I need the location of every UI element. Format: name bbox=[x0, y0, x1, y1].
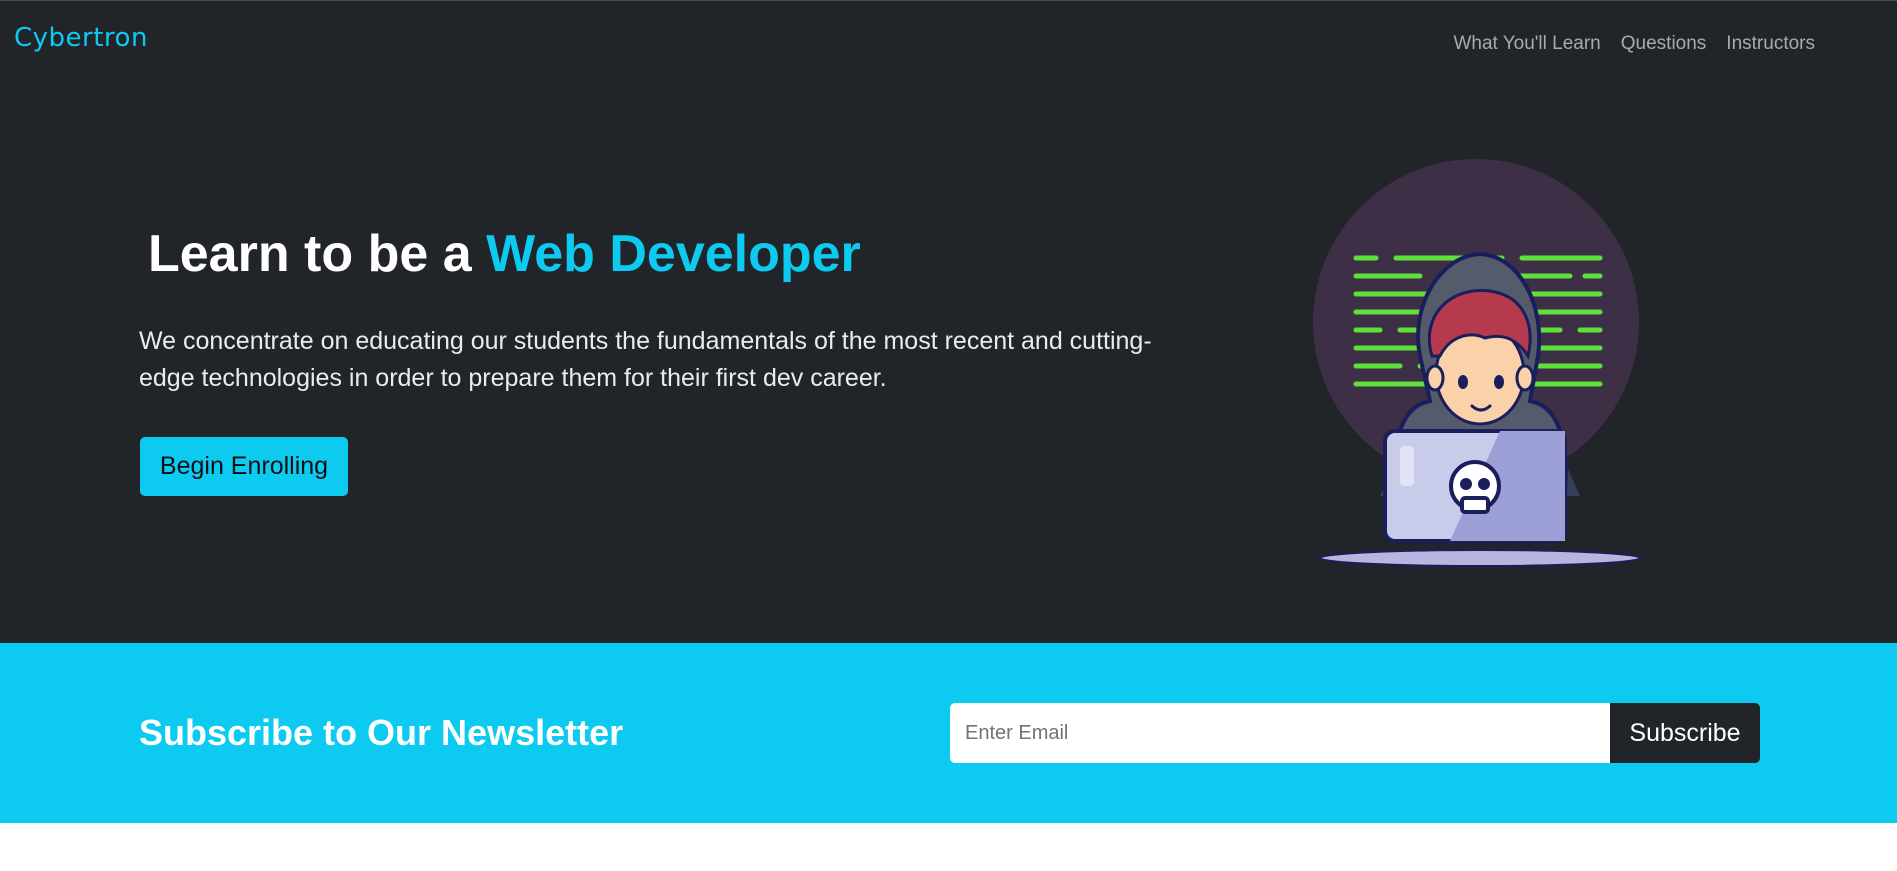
newsletter-section: Subscribe to Our Newsletter Subscribe bbox=[0, 643, 1897, 823]
subscribe-button[interactable]: Subscribe bbox=[1610, 703, 1760, 763]
navbar: Cybertron What You'll Learn Questions In… bbox=[0, 1, 1897, 86]
nav-link-what-youll-learn[interactable]: What You'll Learn bbox=[1453, 33, 1600, 55]
nav-links: What You'll Learn Questions Instructors bbox=[1453, 33, 1815, 55]
brand-logo[interactable]: Cybertron bbox=[14, 23, 148, 53]
newsletter-title: Subscribe to Our Newsletter bbox=[139, 712, 624, 753]
hero-title-prefix: Learn to be a bbox=[148, 225, 487, 283]
hero-title: Learn to be a Web Developer bbox=[148, 224, 861, 284]
hero-description: We concentrate on educating our students… bbox=[139, 327, 1152, 392]
nav-link-instructors[interactable]: Instructors bbox=[1726, 33, 1815, 55]
nav-link-questions[interactable]: Questions bbox=[1621, 33, 1707, 55]
hero-section: Learn to be a Web Developer We concentra… bbox=[0, 86, 1897, 643]
email-input[interactable] bbox=[950, 703, 1610, 763]
begin-enrolling-button[interactable]: Begin Enrolling bbox=[140, 437, 348, 496]
hacker-laptop-illustration bbox=[1313, 159, 1641, 567]
hero-title-accent: Web Developer bbox=[486, 225, 861, 283]
